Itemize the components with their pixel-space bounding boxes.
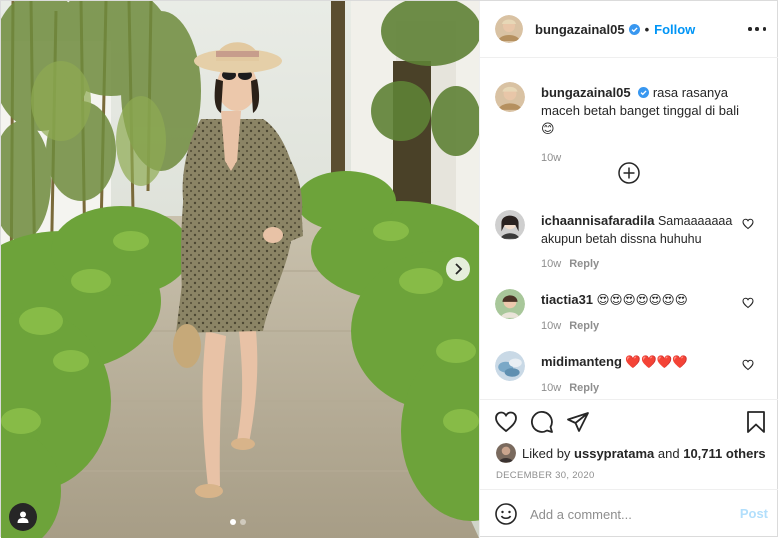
post-comment-button[interactable]: Post — [740, 506, 768, 521]
carousel-dot — [230, 519, 236, 525]
caption-body: bungazainal05 rasa rasanya maceh betah b… — [541, 84, 741, 138]
next-photo-button[interactable] — [446, 257, 470, 281]
avatar-image — [496, 443, 516, 463]
comment-meta: 10w Reply — [541, 258, 599, 270]
comment-username[interactable]: midimanteng — [541, 354, 622, 369]
avatar-image — [495, 351, 525, 381]
caption-timestamp[interactable]: 10w — [541, 152, 561, 164]
comment-username[interactable]: ichaannisafaradila — [541, 213, 654, 228]
comment-body: ichaannisafaradila Samaaaaaaa akupun bet… — [541, 212, 741, 248]
bookmark-icon[interactable] — [744, 410, 768, 434]
comment-body: midimanteng ❤️❤️❤️❤️ — [541, 353, 741, 371]
plus-circle-icon[interactable] — [617, 161, 641, 185]
post-side-panel: bungazainal05 • Follow bungazainal05 ras… — [479, 1, 778, 538]
caption-emoji: 😊 — [541, 121, 555, 136]
likes-summary: Liked by ussypratama and 10,711 others — [496, 443, 766, 463]
comment-like-heart-icon[interactable] — [742, 297, 754, 309]
photo-scene — [1, 1, 479, 538]
instagram-post: bungazainal05 • Follow bungazainal05 ras… — [0, 0, 778, 538]
comment-like-heart-icon[interactable] — [742, 218, 754, 230]
comment-meta: 10w Reply — [541, 382, 599, 394]
caption-username[interactable]: bungazainal05 — [541, 85, 631, 100]
post-actions: Liked by ussypratama and 10,711 others D… — [480, 399, 778, 539]
likes-and: and — [657, 445, 680, 461]
comment-body: tiactia31 😍😍😍😍😍😍😍 — [541, 291, 741, 309]
heart-icon[interactable] — [494, 410, 518, 434]
chevron-right-icon — [455, 263, 463, 275]
reply-button[interactable]: Reply — [569, 320, 599, 332]
caption-meta: 10w — [541, 152, 561, 164]
verified-badge-icon — [638, 87, 650, 98]
commenter-avatar[interactable] — [495, 351, 525, 381]
comment-text: 😍😍😍😍😍😍😍 — [596, 293, 688, 307]
avatar-image — [495, 82, 525, 112]
likes-prefix: Liked by — [522, 445, 571, 461]
tagged-users-button[interactable] — [9, 503, 37, 531]
post-header: bungazainal05 • Follow — [480, 1, 778, 58]
carousel-indicator — [230, 519, 246, 525]
header-separator: • — [644, 21, 650, 37]
comment-timestamp[interactable]: 10w — [541, 382, 561, 394]
liker-username[interactable]: ussypratama — [574, 446, 654, 461]
commenter-avatar[interactable] — [495, 289, 525, 319]
comments-section[interactable]: bungazainal05 rasa rasanya maceh betah b… — [480, 58, 778, 398]
commenter-avatar[interactable] — [495, 210, 525, 240]
author-avatar[interactable] — [495, 15, 523, 43]
reply-button[interactable]: Reply — [569, 258, 599, 270]
comment-text: ❤️❤️❤️❤️ — [625, 355, 688, 369]
avatar-image — [495, 15, 523, 43]
author-avatar[interactable] — [495, 82, 525, 112]
verified-badge-icon — [628, 23, 640, 35]
comment-icon[interactable] — [530, 410, 554, 434]
reply-button[interactable]: Reply — [569, 382, 599, 394]
add-comment-bar: Post — [480, 489, 778, 539]
share-icon[interactable] — [566, 410, 590, 434]
comment-meta: 10w Reply — [541, 320, 599, 332]
comment-timestamp[interactable]: 10w — [541, 258, 561, 270]
user-tag-icon — [17, 511, 29, 523]
follow-button[interactable]: Follow — [654, 22, 695, 37]
likes-count[interactable]: 10,711 others — [683, 446, 765, 461]
post-photo[interactable] — [1, 1, 479, 538]
author-username[interactable]: bungazainal05 — [535, 22, 625, 37]
comment-like-heart-icon[interactable] — [742, 359, 754, 371]
comment-timestamp[interactable]: 10w — [541, 320, 561, 332]
avatar-image — [495, 210, 525, 240]
add-comment-input[interactable] — [530, 504, 730, 524]
comment-username[interactable]: tiactia31 — [541, 292, 593, 307]
more-options-icon[interactable] — [748, 21, 766, 37]
emoji-icon[interactable] — [494, 502, 518, 526]
carousel-dot — [240, 519, 246, 525]
post-date[interactable]: DECEMBER 30, 2020 — [496, 470, 595, 481]
liker-avatar[interactable] — [496, 443, 516, 463]
avatar-image — [495, 289, 525, 319]
